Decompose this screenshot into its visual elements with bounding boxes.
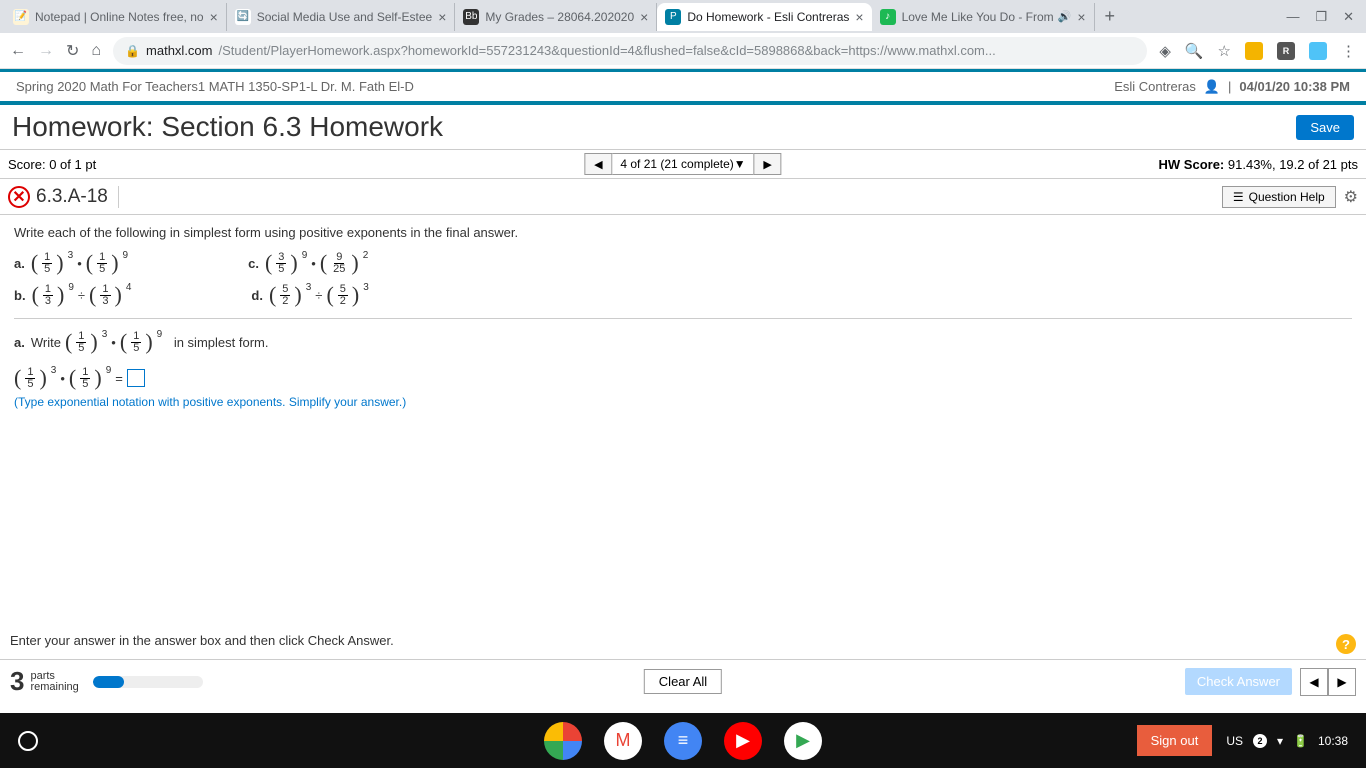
question-id: 6.3.A-18 bbox=[36, 186, 119, 208]
present-icon[interactable]: ◈ bbox=[1159, 42, 1171, 60]
answer-hint: (Type exponential notation with positive… bbox=[14, 395, 1352, 409]
url-input[interactable]: 🔒 mathxl.com/Student/PlayerHomework.aspx… bbox=[113, 37, 1147, 65]
question-help-button[interactable]: ☰Question Help bbox=[1222, 186, 1336, 208]
tab-title: Do Homework - Esli Contreras bbox=[687, 10, 849, 24]
incorrect-icon: ✕ bbox=[8, 186, 30, 208]
lock-icon: 🔒 bbox=[125, 44, 140, 58]
sign-out-button[interactable]: Sign out bbox=[1137, 725, 1213, 756]
question-prompt: Write each of the following in simplest … bbox=[14, 225, 1352, 240]
course-name: Spring 2020 Math For Teachers1 MATH 1350… bbox=[16, 79, 414, 94]
question-dropdown[interactable]: 4 of 21 (21 complete) ▼ bbox=[612, 153, 753, 175]
chrome-icon[interactable] bbox=[544, 722, 582, 760]
url-path: /Student/PlayerHomework.aspx?homeworkId=… bbox=[219, 43, 996, 58]
page-title: Homework: Section 6.3 Homework bbox=[12, 111, 443, 143]
prev-question-button[interactable]: ◀ bbox=[584, 153, 612, 175]
help-bubble-icon[interactable]: ? bbox=[1336, 634, 1356, 654]
footer-instruction: Enter your answer in the answer box and … bbox=[10, 633, 394, 648]
tab-notepad[interactable]: 📝Notepad | Online Notes free, no× bbox=[5, 3, 227, 31]
youtube-icon[interactable]: ▶ bbox=[724, 722, 762, 760]
play-store-icon[interactable]: ▶ bbox=[784, 722, 822, 760]
url-domain: mathxl.com bbox=[146, 43, 212, 58]
star-icon[interactable]: ☆ bbox=[1218, 42, 1231, 60]
extension-r-icon[interactable]: R bbox=[1277, 42, 1295, 60]
sub-question-a: a. Write (15)3 • (15)9 in simplest form. bbox=[14, 329, 1352, 355]
address-bar: ← → ↻ ⌂ 🔒 mathxl.com/Student/PlayerHomew… bbox=[0, 33, 1366, 69]
prev-part-button[interactable]: ◀ bbox=[1300, 668, 1328, 696]
question-bar: ✕ 6.3.A-18 ☰Question Help ⚙ bbox=[0, 179, 1366, 215]
search-icon[interactable]: 🔍 bbox=[1185, 42, 1204, 60]
restore-icon[interactable]: ❐ bbox=[1315, 9, 1327, 25]
save-button[interactable]: Save bbox=[1296, 115, 1354, 140]
home-button[interactable]: ⌂ bbox=[91, 42, 101, 60]
question-content: Write each of the following in simplest … bbox=[0, 215, 1366, 419]
back-button[interactable]: ← bbox=[10, 42, 26, 60]
minimize-icon[interactable]: — bbox=[1286, 9, 1299, 25]
tab-grades[interactable]: BbMy Grades – 28064.202020× bbox=[455, 3, 657, 31]
tab-homework[interactable]: PDo Homework - Esli Contreras× bbox=[657, 3, 871, 31]
reload-button[interactable]: ↻ bbox=[66, 41, 79, 61]
taskbar: M ≡ ▶ ▶ Sign out US 2 ▾ 🔋 10:38 bbox=[0, 713, 1366, 768]
lang-indicator: US bbox=[1226, 734, 1243, 748]
part-b: b. (13)9 ÷ (13)4 bbox=[14, 282, 131, 308]
clear-all-button[interactable]: Clear All bbox=[644, 669, 722, 694]
part-a: a. (15)3 • (15)9 bbox=[14, 250, 128, 276]
tab-title: Notepad | Online Notes free, no bbox=[35, 10, 204, 24]
part-c: c. (35)9 • (925)2 bbox=[248, 250, 368, 276]
tab-title: Social Media Use and Self-Estee bbox=[257, 10, 432, 24]
tab-title: My Grades – 28064.202020 bbox=[485, 10, 634, 24]
speaker-icon: 🔊 bbox=[1058, 10, 1072, 23]
bottom-bar: 3 partsremaining Clear All Check Answer … bbox=[0, 659, 1366, 703]
datetime: 04/01/20 10:38 PM bbox=[1239, 79, 1350, 94]
extension-icon[interactable] bbox=[1245, 42, 1263, 60]
close-icon[interactable]: × bbox=[855, 9, 863, 25]
tab-title: Love Me Like You Do - From bbox=[902, 10, 1054, 24]
new-tab-button[interactable]: + bbox=[1095, 6, 1126, 27]
close-icon[interactable]: × bbox=[1077, 9, 1085, 25]
close-window-icon[interactable]: ✕ bbox=[1343, 9, 1354, 25]
docs-icon[interactable]: ≡ bbox=[664, 722, 702, 760]
score-bar: Score: 0 of 1 pt ◀ 4 of 21 (21 complete)… bbox=[0, 149, 1366, 179]
extension-icon[interactable] bbox=[1309, 42, 1327, 60]
course-bar: Spring 2020 Math For Teachers1 MATH 1350… bbox=[0, 69, 1366, 101]
notification-badge: 2 bbox=[1253, 734, 1267, 748]
answer-line: (15)3 • (15)9 = bbox=[14, 365, 1352, 391]
part-d: d. (52)3 ÷ (52)3 bbox=[251, 282, 368, 308]
answer-input[interactable] bbox=[127, 369, 145, 387]
tab-social[interactable]: 🔄Social Media Use and Self-Estee× bbox=[227, 3, 456, 31]
close-icon[interactable]: × bbox=[640, 9, 648, 25]
progress-bar bbox=[93, 676, 203, 688]
gear-icon[interactable]: ⚙ bbox=[1344, 187, 1358, 207]
close-icon[interactable]: × bbox=[210, 9, 218, 25]
check-answer-button[interactable]: Check Answer bbox=[1185, 668, 1292, 695]
next-part-button[interactable]: ▶ bbox=[1328, 668, 1356, 696]
tab-spotify[interactable]: ♪Love Me Like You Do - From🔊× bbox=[872, 3, 1095, 31]
close-icon[interactable]: × bbox=[438, 9, 446, 25]
hw-score: HW Score: 91.43%, 19.2 of 21 pts bbox=[1159, 157, 1358, 172]
clock: 10:38 bbox=[1318, 734, 1348, 748]
wifi-icon: ▾ bbox=[1277, 734, 1283, 748]
gmail-icon[interactable]: M bbox=[604, 722, 642, 760]
launcher-icon[interactable] bbox=[18, 731, 38, 751]
score-label: Score: 0 of 1 pt bbox=[8, 157, 96, 172]
window-controls: — ❐ ✕ bbox=[1286, 9, 1366, 25]
system-tray[interactable]: US 2 ▾ 🔋 10:38 bbox=[1226, 734, 1348, 748]
user-icon[interactable]: 👤 bbox=[1204, 79, 1220, 95]
parts-remaining: 3 partsremaining bbox=[10, 666, 203, 697]
browser-tabs-bar: 📝Notepad | Online Notes free, no× 🔄Socia… bbox=[0, 0, 1366, 33]
forward-button[interactable]: → bbox=[38, 42, 54, 60]
battery-icon: 🔋 bbox=[1293, 734, 1308, 748]
menu-icon[interactable]: ⋮ bbox=[1341, 42, 1356, 60]
user-name: Esli Contreras bbox=[1114, 79, 1196, 94]
homework-header: Homework: Section 6.3 Homework Save bbox=[0, 105, 1366, 149]
next-question-button[interactable]: ▶ bbox=[754, 153, 782, 175]
